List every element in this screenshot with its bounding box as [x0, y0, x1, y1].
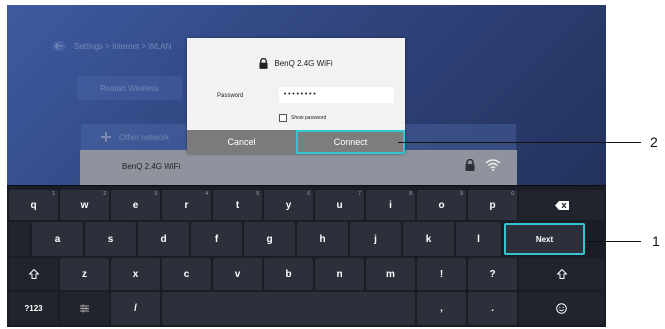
key-e[interactable]: e3: [111, 190, 160, 220]
key-f[interactable]: f: [191, 222, 242, 256]
callout-line-next: [585, 241, 641, 242]
key-u[interactable]: u7: [315, 190, 364, 220]
key-shift-left[interactable]: [9, 258, 58, 290]
key-hint: 4: [205, 191, 208, 197]
lock-icon: [259, 58, 268, 69]
key-settings[interactable]: [60, 292, 109, 325]
key-question[interactable]: ?: [468, 258, 517, 290]
wifi-password-dialog: BenQ 2.4G WiFi Password Show password Ca…: [187, 38, 405, 154]
back-icon[interactable]: [52, 41, 66, 51]
callout-number-2: 2: [650, 134, 658, 150]
restart-wireless-button[interactable]: Restart Wireless: [77, 76, 182, 100]
wifi-icon: [485, 159, 501, 171]
key-hint: 1: [52, 191, 55, 197]
key-j[interactable]: j: [350, 222, 401, 256]
show-password-checkbox[interactable]: Show password: [279, 114, 326, 122]
key-label: t: [235, 199, 240, 211]
key-label: w: [80, 199, 89, 211]
key-n[interactable]: n: [315, 258, 364, 290]
key-d[interactable]: d: [138, 222, 189, 256]
key-b[interactable]: b: [264, 258, 313, 290]
key-backspace[interactable]: [519, 190, 604, 220]
key-exclamation[interactable]: !: [417, 258, 466, 290]
key-slash[interactable]: /: [111, 292, 160, 325]
key-comma[interactable]: ,: [417, 292, 466, 325]
key-space[interactable]: [162, 292, 415, 325]
shift-icon: [556, 269, 567, 279]
key-next[interactable]: Next: [504, 223, 585, 255]
key-p[interactable]: p0: [468, 190, 517, 220]
key-z[interactable]: z: [60, 258, 109, 290]
key-label: u: [336, 199, 343, 211]
password-label: Password: [217, 93, 244, 99]
key-label: r: [184, 199, 189, 211]
dialog-actions: Cancel Connect: [187, 130, 405, 154]
key-hint: 6: [307, 191, 310, 197]
key-a[interactable]: a: [32, 222, 83, 256]
connect-button[interactable]: Connect: [296, 130, 405, 154]
callout-number-1: 1: [652, 233, 660, 249]
key-hint: 0: [511, 191, 514, 197]
key-period[interactable]: .: [468, 292, 517, 325]
key-t[interactable]: t5: [213, 190, 262, 220]
key-spacer-left: [9, 222, 30, 256]
key-emoji[interactable]: [519, 292, 604, 325]
key-s[interactable]: s: [85, 222, 136, 256]
key-m[interactable]: m: [366, 258, 415, 290]
network-ssid: BenQ 2.4G WiFi: [122, 162, 181, 171]
key-hint: 8: [409, 191, 412, 197]
key-h[interactable]: h: [297, 222, 348, 256]
dialog-title-text: BenQ 2.4G WiFi: [274, 59, 333, 68]
other-network-label: Other network: [119, 132, 170, 142]
tv-screen: Settings > Internet > WLAN Restart Wirel…: [7, 5, 606, 327]
backspace-icon: [554, 200, 569, 210]
dialog-title: BenQ 2.4G WiFi: [187, 58, 405, 69]
key-label: p: [489, 199, 496, 211]
key-hint: 5: [256, 191, 259, 197]
key-label: e: [132, 199, 139, 211]
key-hint: 3: [154, 191, 157, 197]
checkbox-box[interactable]: [279, 114, 287, 122]
key-x[interactable]: x: [111, 258, 160, 290]
key-label: y: [285, 199, 292, 211]
key-v[interactable]: v: [213, 258, 262, 290]
key-hint: 9: [460, 191, 463, 197]
key-r[interactable]: r4: [162, 190, 211, 220]
key-symbols[interactable]: ?123: [9, 292, 58, 325]
key-q[interactable]: q1: [9, 190, 58, 220]
key-k[interactable]: k: [403, 222, 454, 256]
show-password-label: Show password: [291, 115, 327, 121]
settings-icon: [80, 304, 89, 313]
emoji-icon: [556, 303, 567, 314]
breadcrumb: Settings > Internet > WLAN: [52, 41, 171, 51]
key-label: o: [438, 199, 445, 211]
key-w[interactable]: w2: [60, 190, 109, 220]
breadcrumb-text: Settings > Internet > WLAN: [74, 41, 172, 51]
key-l[interactable]: l: [456, 222, 501, 256]
key-hint: 2: [103, 191, 106, 197]
key-o[interactable]: o9: [417, 190, 466, 220]
on-screen-keyboard: q1 w2 e3 r4 t5 y6 u7 i8 o9 p0 a s d f g …: [7, 186, 606, 327]
key-label: q: [30, 199, 37, 211]
key-c[interactable]: c: [162, 258, 211, 290]
callout-line-connect: [398, 142, 641, 143]
key-y[interactable]: y6: [264, 190, 313, 220]
password-input[interactable]: [279, 87, 394, 103]
key-shift-right[interactable]: [519, 258, 604, 290]
network-list-item[interactable]: BenQ 2.4G WiFi: [80, 150, 517, 185]
key-label: i: [389, 199, 392, 211]
key-g[interactable]: g: [244, 222, 295, 256]
key-i[interactable]: i8: [366, 190, 415, 220]
shift-icon: [28, 269, 39, 279]
cancel-button[interactable]: Cancel: [187, 130, 296, 154]
lock-icon: [465, 159, 475, 171]
key-hint: 7: [358, 191, 361, 197]
add-icon: [101, 132, 111, 142]
